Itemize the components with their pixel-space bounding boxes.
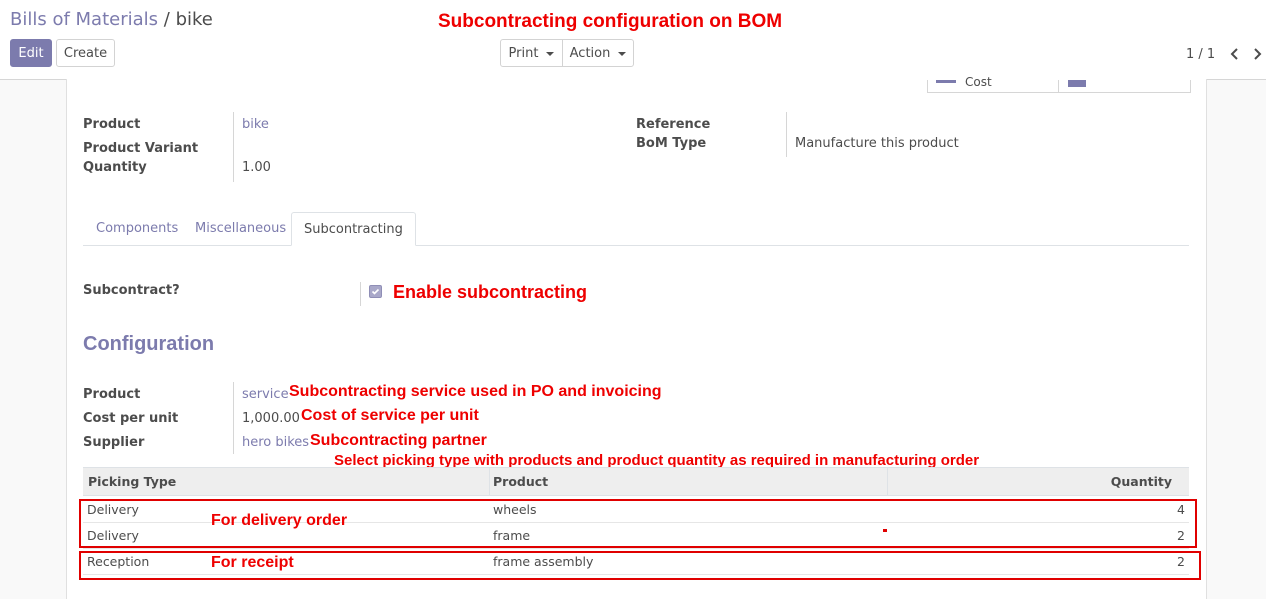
subcontract-checkbox[interactable]	[369, 285, 382, 298]
product-header[interactable]: Product	[493, 474, 548, 489]
field-separator	[360, 282, 361, 306]
print-label: Print	[508, 46, 539, 61]
quantity-label: Quantity	[83, 160, 147, 175]
notebook-tabs: Components Miscellaneous Subcontracting	[83, 212, 1189, 246]
smart-button-box: Cost	[927, 75, 1191, 93]
config-product-label: Product	[83, 387, 141, 402]
pager-value[interactable]: 1 / 1	[1186, 47, 1215, 62]
print-dropdown-button[interactable]: Print	[500, 39, 563, 67]
field-separator	[786, 112, 787, 157]
create-button[interactable]: Create	[56, 39, 115, 67]
cost-annotation: Cost of service per unit	[301, 407, 479, 424]
quantity-header[interactable]: Quantity	[1111, 474, 1172, 489]
structure-icon[interactable]	[1068, 80, 1086, 87]
red-marker	[883, 529, 887, 532]
product-value-link[interactable]: bike	[242, 117, 269, 132]
chevron-down-icon	[618, 51, 627, 56]
cost-per-unit-label: Cost per unit	[83, 411, 179, 426]
header-title-annotation: Subcontracting configuration on BOM	[438, 11, 783, 32]
configuration-title: Configuration	[83, 333, 215, 355]
breadcrumb-current: bike	[175, 9, 213, 30]
breadcrumb: Bills of Materials / bike	[10, 9, 213, 30]
receipt-annotation: For receipt	[211, 554, 294, 571]
config-product-link[interactable]: service	[242, 387, 289, 402]
pager-previous-button[interactable]	[1226, 44, 1242, 64]
cost-per-unit-value: 1,000.00	[242, 411, 300, 426]
breadcrumb-parent-link[interactable]: Bills of Materials	[10, 9, 158, 30]
table-header: Picking Type Product Quantity	[83, 467, 1189, 496]
field-separator	[233, 382, 234, 454]
quantity-value: 1.00	[242, 160, 271, 175]
chevron-left-icon	[1230, 48, 1238, 60]
cost-icon	[936, 80, 956, 83]
edit-button[interactable]: Edit	[10, 39, 52, 67]
cost-smart-button-label: Cost	[965, 75, 992, 89]
breadcrumb-separator: /	[163, 9, 170, 30]
product-variant-label: Product Variant	[83, 141, 199, 156]
service-annotation: Subcontracting service used in PO and in…	[289, 383, 662, 400]
field-separator	[233, 112, 234, 182]
supplier-label: Supplier	[83, 435, 145, 450]
supplier-annotation: Subcontracting partner	[310, 432, 487, 449]
tab-miscellaneous[interactable]: Miscellaneous	[183, 212, 298, 245]
pager-next-button[interactable]	[1250, 44, 1266, 64]
tab-subcontracting[interactable]: Subcontracting	[291, 212, 416, 246]
cost-smart-button[interactable]: Cost	[928, 75, 1059, 92]
chevron-down-icon	[546, 51, 555, 56]
bom-type-label: BoM Type	[636, 136, 707, 151]
check-icon	[371, 288, 380, 295]
action-dropdown-button[interactable]: Action	[562, 39, 634, 67]
supplier-link[interactable]: hero bikes	[242, 435, 309, 450]
chevron-right-icon	[1254, 48, 1262, 60]
reference-label: Reference	[636, 117, 711, 132]
picking-type-header[interactable]: Picking Type	[88, 474, 176, 489]
product-label: Product	[83, 117, 141, 132]
tab-components[interactable]: Components	[84, 212, 190, 245]
action-label: Action	[569, 46, 611, 61]
subcontract-label: Subcontract?	[83, 283, 180, 298]
enable-subcontracting-annotation: Enable subcontracting	[393, 282, 588, 302]
column-separator	[887, 468, 888, 495]
delivery-annotation: For delivery order	[211, 512, 348, 529]
column-separator	[489, 468, 490, 495]
control-panel: Bills of Materials / bike Subcontracting…	[0, 0, 1266, 80]
bom-type-value: Manufacture this product	[795, 136, 959, 151]
